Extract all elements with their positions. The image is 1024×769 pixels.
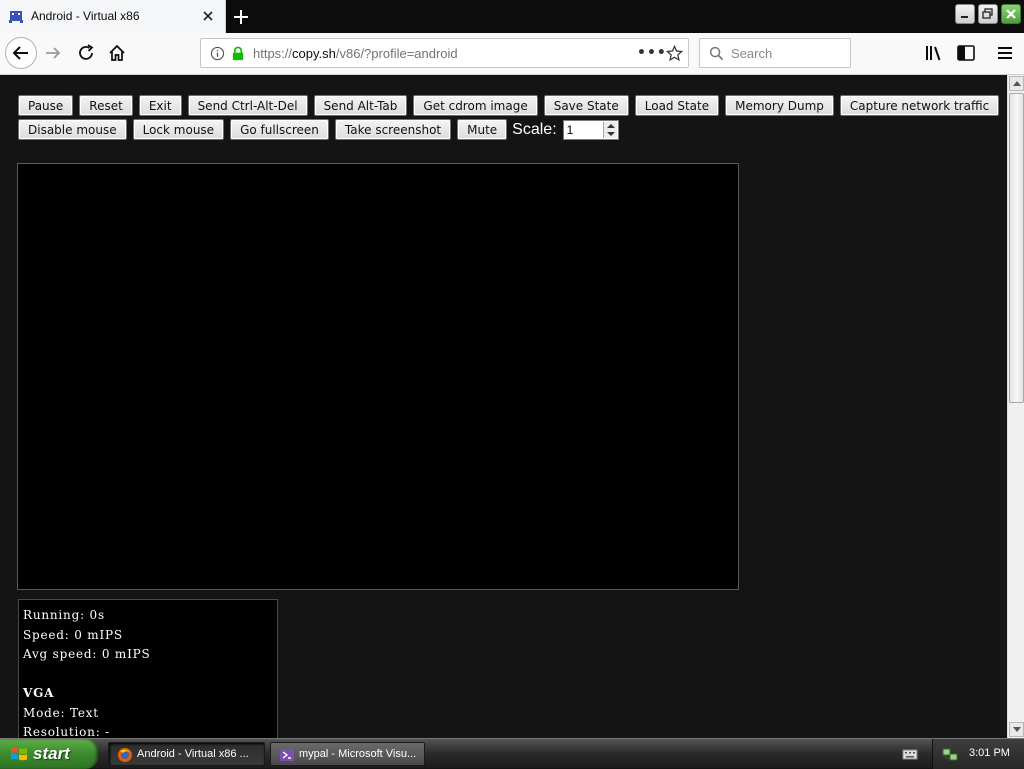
search-icon [709, 46, 724, 61]
scale-label: Scale: [512, 120, 557, 138]
stat-vga-heading: VGA [23, 686, 55, 700]
back-button[interactable] [5, 37, 37, 69]
clock[interactable]: 3:01 PM [969, 747, 1010, 759]
arrow-up-icon [1013, 81, 1021, 86]
minimize-window-button[interactable] [955, 4, 975, 24]
url-host: copy.sh [292, 46, 336, 61]
scroll-down-button[interactable] [1009, 722, 1024, 737]
close-icon [1006, 9, 1016, 19]
load-state-button[interactable]: Load State [634, 95, 720, 116]
arrow-left-icon [12, 46, 28, 60]
page-actions-icon[interactable]: ••• [637, 45, 667, 61]
reset-button[interactable]: Reset [79, 95, 133, 116]
close-window-button[interactable] [1001, 4, 1021, 24]
url-text[interactable]: https://copy.sh/v86/?profile=android [253, 46, 458, 61]
send-alt-tab-button[interactable]: Send Alt-Tab [313, 95, 408, 116]
keyboard-layout-icon[interactable] [902, 747, 918, 761]
start-button[interactable]: start [0, 739, 98, 769]
restore-window-button[interactable] [978, 4, 998, 24]
stat-avg-speed: Avg speed: 0 mIPS [23, 647, 151, 661]
info-icon[interactable] [210, 46, 225, 61]
taskbar-item-label: mypal - Microsoft Visu... [299, 748, 417, 760]
tab-strip: Android - Virtual x86 [0, 0, 1024, 33]
stat-running: Running: 0s [23, 608, 105, 622]
taskbar-item-visual-studio[interactable]: mypal - Microsoft Visu... [270, 742, 425, 766]
start-label: start [33, 744, 70, 763]
mute-button[interactable]: Mute [457, 119, 508, 140]
capture-network-traffic-button[interactable]: Capture network traffic [839, 95, 1000, 116]
memory-dump-button[interactable]: Memory Dump [725, 95, 834, 116]
sidebar-icon[interactable] [956, 44, 976, 62]
library-icon[interactable] [924, 44, 944, 62]
url-prefix: https:// [253, 46, 293, 61]
windows-logo-icon [11, 747, 27, 761]
take-screenshot-button[interactable]: Take screenshot [334, 119, 452, 140]
exit-button[interactable]: Exit [138, 95, 182, 116]
new-tab-icon[interactable] [230, 6, 252, 28]
restore-icon [982, 8, 993, 19]
stat-speed: Speed: 0 mIPS [23, 627, 123, 642]
save-state-button[interactable]: Save State [543, 95, 629, 116]
stat-mode: Mode: Text [23, 705, 99, 720]
vertical-scrollbar[interactable] [1007, 75, 1024, 738]
firefox-icon [118, 748, 132, 762]
emulator-screen[interactable] [17, 163, 739, 590]
scale-stepper[interactable]: 1 [562, 119, 619, 140]
home-icon[interactable] [107, 43, 127, 63]
visual-studio-icon [280, 749, 294, 761]
taskbar: start Android - Virtual x86 ... mypal - … [0, 738, 1024, 769]
tab-title: Android - Virtual x86 [31, 9, 140, 23]
go-fullscreen-button[interactable]: Go fullscreen [230, 119, 329, 140]
taskbar-item-firefox[interactable]: Android - Virtual x86 ... [108, 742, 265, 766]
stats-spacer [23, 665, 273, 685]
minimize-icon [961, 16, 968, 18]
tab-active[interactable]: Android - Virtual x86 [0, 0, 226, 33]
network-icon[interactable] [942, 746, 958, 762]
search-bar[interactable] [699, 38, 851, 68]
system-tray: 3:01 PM [932, 739, 1024, 769]
emulator-stats-panel: Running: 0s Speed: 0 mIPS Avg speed: 0 m… [18, 599, 278, 738]
address-bar[interactable]: https://copy.sh/v86/?profile=android ••• [200, 38, 689, 68]
forward-arrow-icon[interactable] [43, 43, 63, 63]
search-input[interactable] [731, 44, 846, 62]
lock-mouse-button[interactable]: Lock mouse [132, 119, 225, 140]
bookmark-star-icon[interactable] [666, 45, 683, 62]
get-cdrom-image-button[interactable]: Get cdrom image [413, 95, 538, 116]
hamburger-menu-icon[interactable] [995, 44, 1015, 62]
disable-mouse-button[interactable]: Disable mouse [18, 119, 127, 140]
spin-down-icon[interactable] [606, 131, 615, 136]
reload-icon[interactable] [76, 43, 96, 63]
v86-favicon-icon [9, 11, 23, 23]
arrow-down-icon [1013, 727, 1021, 732]
close-tab-icon[interactable] [199, 7, 217, 25]
page-content: Pause Reset Exit Send Ctrl-Alt-Del Send … [0, 75, 1007, 738]
navigation-toolbar: https://copy.sh/v86/?profile=android ••• [0, 33, 1024, 75]
emulator-controls-row-1: Pause Reset Exit Send Ctrl-Alt-Del Send … [18, 95, 1000, 116]
scrollbar-thumb[interactable] [1009, 93, 1024, 403]
emulator-controls-row-2: Disable mouse Lock mouse Go fullscreen T… [18, 119, 619, 140]
spin-up-icon[interactable] [606, 123, 615, 128]
send-ctrl-alt-del-button[interactable]: Send Ctrl-Alt-Del [187, 95, 308, 116]
scroll-up-button[interactable] [1009, 76, 1024, 91]
stat-resolution: Resolution: - [23, 725, 111, 738]
url-path: /v86/?profile=android [335, 46, 458, 61]
taskbar-item-label: Android - Virtual x86 ... [137, 748, 249, 760]
scale-spin-buttons[interactable] [602, 121, 617, 138]
pause-button[interactable]: Pause [18, 95, 74, 116]
scale-value: 1 [566, 122, 574, 137]
secure-lock-icon[interactable] [231, 46, 245, 61]
